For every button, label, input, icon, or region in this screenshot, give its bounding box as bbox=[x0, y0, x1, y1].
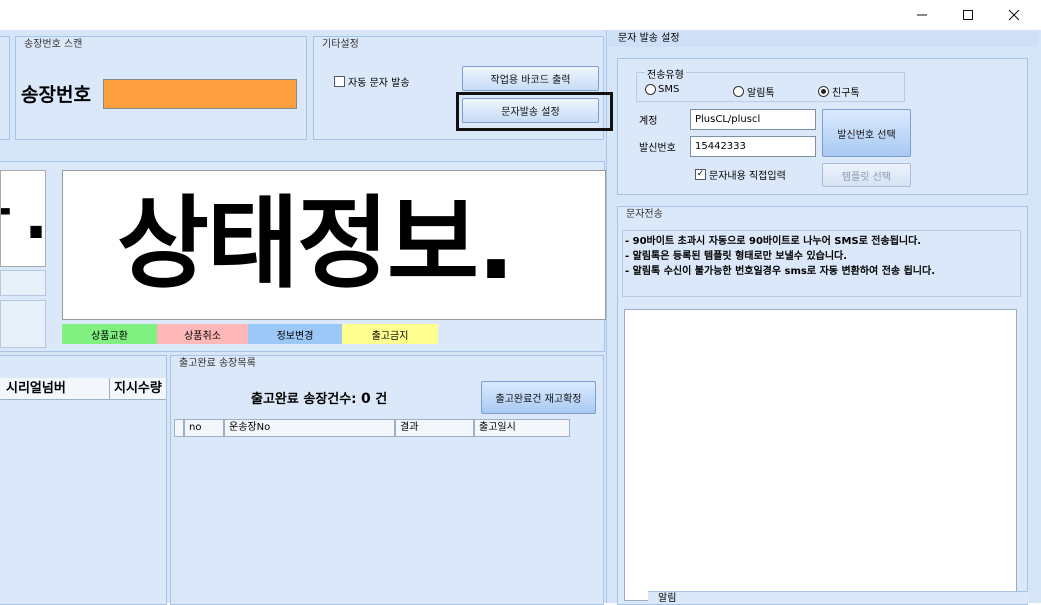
sender-input[interactable]: 15442333 bbox=[690, 136, 816, 157]
status-left-field-1 bbox=[0, 270, 46, 296]
maximize-button[interactable] bbox=[945, 0, 991, 30]
close-button[interactable] bbox=[991, 0, 1037, 30]
radio-sms[interactable]: SMS bbox=[645, 84, 679, 95]
column-result[interactable]: 결과 bbox=[395, 419, 474, 437]
sender-label: 발신번호 bbox=[639, 143, 676, 154]
shipped-count: 출고완료 송장건수: 0 건 bbox=[251, 391, 388, 407]
status-display: 상태정보. bbox=[62, 170, 606, 320]
auto-sms-label: 자동 문자 발송 bbox=[348, 78, 410, 89]
radio-alimtalk-dot[interactable] bbox=[733, 86, 744, 97]
auto-sms-checkbox[interactable] bbox=[334, 76, 345, 87]
select-sender-button[interactable]: 발신번호 선택 bbox=[822, 109, 911, 157]
direct-input-checkbox[interactable]: ✓ bbox=[695, 169, 706, 180]
column-quantity[interactable]: 지시수량 bbox=[110, 378, 166, 399]
sms-send-title: 문자전송 bbox=[626, 209, 663, 220]
invoice-label: 송장번호 bbox=[21, 84, 91, 106]
sms-note-2: - 알림톡은 등록된 템플릿 형태로만 보낼수 있습니다. bbox=[625, 251, 848, 262]
maximize-icon bbox=[963, 10, 973, 20]
status-left-fragment: ㅏ. bbox=[1, 180, 46, 254]
auto-sms-checkbox-row[interactable]: 자동 문자 발송 bbox=[334, 74, 410, 89]
column-shipped-at[interactable]: 출고일시 bbox=[474, 419, 570, 437]
sms-note-1: - 90바이트 초과시 자동으로 90바이트로 나누어 SMS로 전송됩니다. bbox=[625, 236, 922, 247]
radio-sms-dot[interactable] bbox=[645, 84, 656, 95]
legend-info-change: 정보변경 bbox=[248, 324, 342, 344]
send-type-group: 전송유형 SMS 알림톡 친구톡 bbox=[636, 66, 905, 102]
legend-shipping-ban: 출고금지 bbox=[342, 324, 438, 344]
column-serial[interactable]: 시리얼넘버 bbox=[0, 378, 110, 399]
status-left-panel: ㅏ. bbox=[0, 170, 46, 267]
column-no[interactable]: no bbox=[184, 419, 224, 437]
reconfirm-stock-button[interactable]: 출고완료건 재고확정 bbox=[481, 381, 596, 414]
legend-exchange: 상품교환 bbox=[62, 324, 157, 344]
send-type-label: 전송유형 bbox=[645, 66, 686, 81]
minimize-button[interactable] bbox=[899, 0, 945, 30]
sms-settings-button[interactable]: 문자발송 설정 bbox=[462, 98, 599, 123]
sms-settings-title: 문자 발송 설정 bbox=[608, 31, 1038, 47]
direct-input-checkbox-row[interactable]: ✓ 문자내용 직접입력 bbox=[695, 167, 786, 182]
sms-note-3: - 알림톡 수신이 불가능한 번호일경우 sms로 자동 변환하여 전송 됩니다… bbox=[625, 266, 936, 277]
minimize-icon bbox=[917, 14, 927, 16]
account-input[interactable]: PlusCL/pluscl bbox=[690, 109, 816, 130]
print-barcode-button[interactable]: 작업용 바코드 출력 bbox=[462, 66, 599, 91]
left-table-body[interactable] bbox=[0, 401, 166, 603]
status-left-field-2 bbox=[0, 300, 46, 348]
status-big-text: 상태정보. bbox=[117, 185, 515, 302]
radio-alimtalk[interactable]: 알림톡 bbox=[733, 84, 775, 99]
title-bar bbox=[0, 0, 1041, 30]
left-table-header: 시리얼넘버 지시수량 bbox=[0, 378, 166, 400]
notification-section-title: 알림 bbox=[648, 591, 1028, 603]
column-tracking-no[interactable]: 운송장No bbox=[224, 419, 395, 437]
left-partial-box bbox=[0, 36, 10, 140]
template-select-button[interactable]: 템플릿 선택 bbox=[822, 163, 911, 187]
close-icon bbox=[1008, 9, 1020, 21]
legend-cancel: 상품취소 bbox=[157, 324, 248, 344]
sms-notes: - 90바이트 초과시 자동으로 90바이트로 나누어 SMS로 전송됩니다. … bbox=[622, 230, 1021, 297]
shipped-table bbox=[173, 418, 599, 603]
invoice-input[interactable] bbox=[103, 79, 297, 109]
etc-title: 기타설정 bbox=[322, 39, 359, 50]
sms-message-textarea[interactable] bbox=[624, 309, 1017, 601]
account-label: 계정 bbox=[639, 116, 658, 127]
radio-friendtalk-dot[interactable] bbox=[818, 86, 829, 97]
scan-box: 송장번호 스캔 송장번호 bbox=[15, 36, 307, 140]
radio-friendtalk[interactable]: 친구톡 bbox=[818, 84, 860, 99]
shipped-title: 출고완료 송장목록 bbox=[179, 358, 256, 369]
scan-title: 송장번호 스캔 bbox=[24, 39, 83, 50]
row-header-cell bbox=[174, 419, 184, 437]
etc-settings-box: 기타설정 자동 문자 발송 작업용 바코드 출력 문자발송 설정 bbox=[313, 36, 613, 140]
